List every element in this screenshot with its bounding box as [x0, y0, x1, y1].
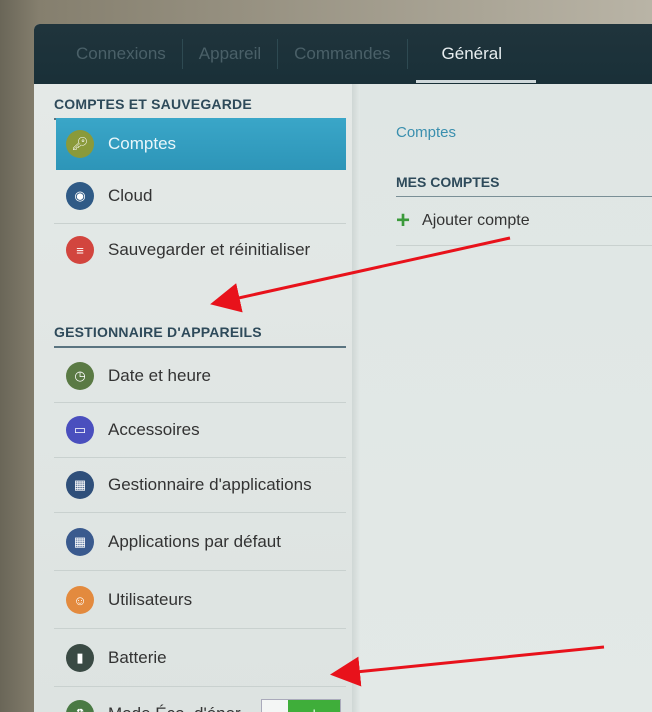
battery-icon: ▮ — [66, 644, 94, 672]
menu-item-accessories[interactable]: ▭ Accessoires — [56, 404, 346, 456]
accounts-pane: Comptes MES COMPTES + Ajouter compte — [360, 84, 652, 712]
key-icon: 🔑︎ — [66, 130, 94, 158]
separator — [54, 570, 346, 571]
menu-item-label: Mode Éco. d'éner.. — [108, 704, 249, 712]
menu-item-label: Gestionnaire d'applications — [108, 475, 312, 494]
accessory-icon: ▭ — [66, 416, 94, 444]
separator — [54, 628, 346, 629]
menu-item-label: Accessoires — [108, 420, 200, 439]
pane-divider — [352, 84, 360, 712]
settings-menu: COMPTES ET SAUVEGARDE 🔑︎ Comptes ◉ Cloud… — [34, 84, 352, 712]
section-header-accounts: COMPTES ET SAUVEGARDE — [54, 96, 346, 120]
pane-title: Comptes — [396, 124, 457, 141]
menu-item-label: Date et heure — [108, 366, 212, 385]
toggle-on-indicator: I — [288, 700, 341, 712]
tab-connexions[interactable]: Connexions — [60, 39, 183, 69]
section-header-my-accounts: MES COMPTES — [396, 174, 652, 197]
section-header-device-manager: GESTIONNAIRE D'APPAREILS — [54, 324, 346, 348]
menu-item-cloud[interactable]: ◉ Cloud — [56, 170, 346, 222]
menu-item-power-saving[interactable]: ♻ Mode Éco. d'éner.. I — [56, 688, 346, 712]
default-apps-icon: ▦ — [66, 528, 94, 556]
menu-item-date-time[interactable]: ◷ Date et heure — [56, 350, 346, 402]
power-saving-icon: ♻ — [66, 700, 94, 712]
menu-item-label: Batterie — [108, 648, 167, 667]
tab-commandes[interactable]: Commandes — [278, 39, 408, 69]
menu-item-label: Cloud — [108, 186, 153, 205]
tab-appareil[interactable]: Appareil — [183, 39, 279, 69]
calendar-clock-icon: ◷ — [66, 362, 94, 390]
add-account-button[interactable]: + Ajouter compte — [396, 196, 652, 246]
separator — [54, 512, 346, 513]
menu-item-label: Utilisateurs — [108, 590, 193, 609]
settings-screen: Connexions Appareil Commandes Général CO… — [34, 24, 652, 712]
backup-icon: ≡ — [66, 236, 94, 264]
menu-item-label: Sauvegarder et réinitialiser — [108, 240, 311, 259]
separator — [54, 686, 346, 687]
menu-item-label: Applications par défaut — [108, 532, 281, 551]
add-account-label: Ajouter compte — [422, 211, 530, 229]
users-icon: ☺ — [66, 586, 94, 614]
app-grid-icon: ▦ — [66, 471, 94, 499]
cloud-eye-icon: ◉ — [66, 182, 94, 210]
menu-item-app-manager[interactable]: ▦ Gestionnaire d'applications — [56, 459, 346, 511]
tab-bar: Connexions Appareil Commandes Général — [34, 24, 652, 84]
separator — [54, 457, 346, 458]
menu-item-comptes[interactable]: 🔑︎ Comptes — [56, 118, 346, 170]
menu-item-backup-reset[interactable]: ≡ Sauvegarder et réinitialiser — [56, 224, 346, 276]
menu-item-default-apps[interactable]: ▦ Applications par défaut — [56, 516, 346, 568]
plus-icon: + — [396, 206, 411, 234]
power-saving-toggle[interactable]: I — [261, 699, 342, 712]
menu-item-label: Comptes — [108, 134, 177, 153]
menu-item-battery[interactable]: ▮ Batterie — [56, 632, 346, 684]
separator — [54, 402, 346, 403]
menu-item-users[interactable]: ☺ Utilisateurs — [56, 574, 346, 626]
tab-general[interactable]: Général — [408, 39, 537, 83]
